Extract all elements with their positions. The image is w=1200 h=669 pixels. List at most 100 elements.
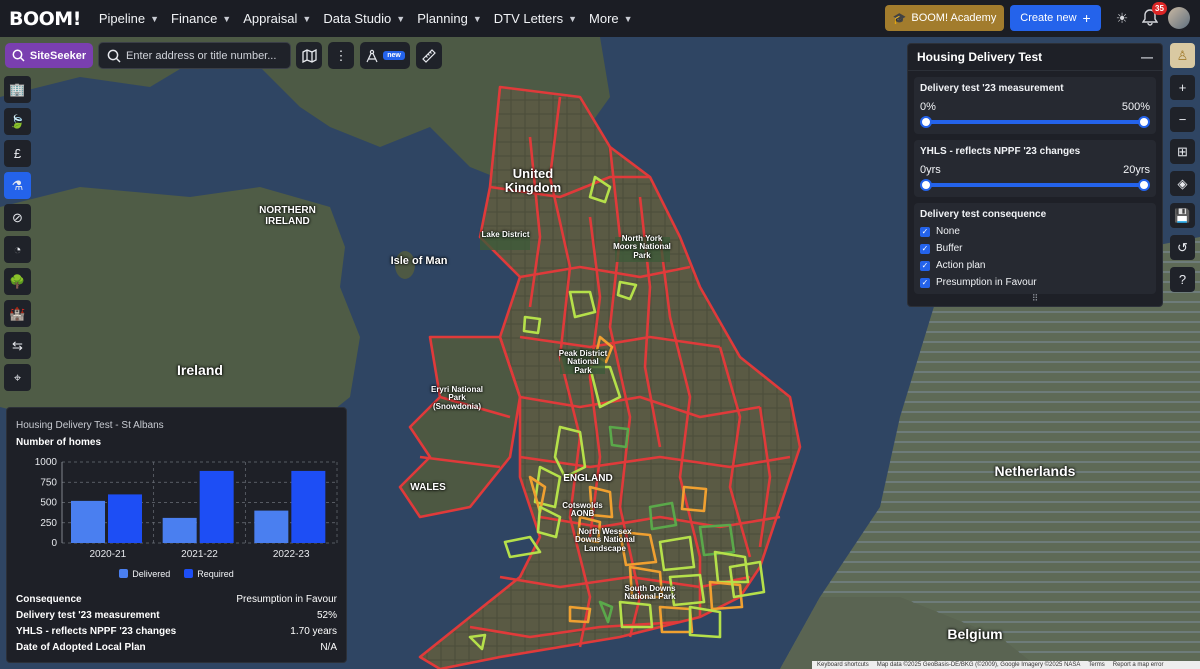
siteseeker-button[interactable]: SiteSeeker <box>5 43 93 68</box>
user-avatar[interactable] <box>1168 7 1190 29</box>
yhls-title: YHLS - reflects NPPF '23 changes <box>920 146 1081 157</box>
history-button[interactable]: ↺ <box>1170 235 1195 260</box>
layers-button[interactable]: ◈ <box>1170 171 1195 196</box>
address-search-box[interactable] <box>98 42 291 69</box>
street-view-button[interactable]: ♙ <box>1170 43 1195 68</box>
stat-key: Delivery test '23 measurement <box>16 610 160 621</box>
gauge-tool[interactable]: ◔ <box>4 236 31 263</box>
search-icon <box>12 49 25 62</box>
nav-planning[interactable]: Planning ▼ <box>417 11 482 26</box>
nav-label: Data Studio <box>323 11 392 26</box>
map-label-eryri: Eryri National Park (Snowdonia) <box>430 385 483 411</box>
slider-min-handle[interactable] <box>920 179 932 191</box>
history-icon: ↺ <box>1177 239 1188 255</box>
plus-icon: + <box>1082 10 1091 26</box>
stat-key: Consequence <box>16 594 82 605</box>
consequence-title: Delivery test consequence <box>920 209 1047 220</box>
map-label-netherlands: Netherlands <box>994 463 1076 479</box>
nav-finance[interactable]: Finance ▼ <box>171 11 231 26</box>
report-error-link[interactable]: Report a map error <box>1113 662 1164 668</box>
route-tool[interactable]: ⇆ <box>4 332 31 359</box>
location-tool[interactable]: ⌖ <box>4 364 31 391</box>
map-layers-button[interactable] <box>296 42 322 69</box>
tree-tool[interactable]: 🌳 <box>4 268 31 295</box>
checkbox-checked-icon[interactable]: ✓ <box>920 243 930 254</box>
x-tick-label: 2022-23 <box>273 549 310 560</box>
checkbox-checked-icon[interactable]: ✓ <box>920 277 930 288</box>
slider-min-handle[interactable] <box>920 116 932 128</box>
draw-tool-button[interactable]: new <box>360 42 410 69</box>
nav-pipeline[interactable]: Pipeline ▼ <box>99 11 159 26</box>
drag-handle-icon[interactable]: ⠿ <box>908 293 1162 304</box>
map-label-wales: WALES <box>410 482 446 493</box>
yhls-filter: YHLS - reflects NPPF '23 changes 0yrs 20y… <box>914 140 1156 197</box>
measurement-min: 0% <box>920 101 936 113</box>
map-label-isle-of-man: Isle of Man <box>390 255 448 267</box>
map-attribution: Keyboard shortcuts Map data ©2025 GeoBas… <box>812 661 1200 669</box>
nav-label: Finance <box>171 11 218 26</box>
measure-button[interactable] <box>416 42 442 69</box>
academy-label: BOOM! Academy <box>911 12 997 24</box>
flask-tool[interactable]: ⚗ <box>4 172 31 199</box>
zoom-out-button[interactable]: − <box>1170 107 1195 132</box>
siteseeker-label: SiteSeeker <box>29 49 87 62</box>
checkbox-checked-icon[interactable]: ✓ <box>920 260 930 271</box>
right-map-controls: ♙ + − ⊞ ◈ 💾 ↺ ? <box>1170 43 1195 299</box>
consequence-option[interactable]: ✓ Action plan <box>920 260 1150 271</box>
keyboard-shortcuts-link[interactable]: Keyboard shortcuts <box>817 662 869 668</box>
map-label-england: ENGLAND <box>563 473 613 484</box>
checkbox-checked-icon[interactable]: ✓ <box>920 226 930 237</box>
nav-appraisal[interactable]: Appraisal ▼ <box>243 11 311 26</box>
stat-value: 52% <box>316 610 337 621</box>
yhls-range-slider[interactable] <box>920 179 1150 191</box>
panel-title: Housing Delivery Test <box>917 50 1043 64</box>
measurement-title: Delivery test '23 measurement <box>920 83 1064 94</box>
new-badge: new <box>383 51 405 60</box>
consequence-option[interactable]: ✓ Buffer <box>920 243 1150 254</box>
restricted-tool[interactable]: ⊘ <box>4 204 31 231</box>
y-tick-label: 500 <box>40 498 57 509</box>
nav-dtv-letters[interactable]: DTV Letters ▼ <box>494 11 577 26</box>
zoom-in-button[interactable]: + <box>1170 75 1195 100</box>
chevron-down-icon: ▼ <box>302 13 312 24</box>
slider-max-handle[interactable] <box>1138 116 1150 128</box>
stat-key: Date of Adopted Local Plan <box>16 642 146 653</box>
layers-icon: ◈ <box>1177 175 1188 191</box>
nav-data-studio[interactable]: Data Studio ▼ <box>323 11 405 26</box>
chevron-down-icon: ▼ <box>396 13 406 24</box>
grid-view-button[interactable]: ⊞ <box>1170 139 1195 164</box>
more-options-button[interactable]: ⋮ <box>328 42 354 69</box>
pegman-icon: ♙ <box>1176 47 1189 63</box>
theme-toggle-sun-icon[interactable]: ☀ <box>1114 10 1130 26</box>
pound-icon: £ <box>13 146 22 161</box>
boom-logo[interactable]: BOOM! <box>9 8 81 30</box>
map-label-northern-ireland: NORTHERN IRELAND <box>259 205 316 227</box>
stat-key: YHLS - reflects NPPF '23 changes <box>16 626 177 637</box>
academy-button[interactable]: 🎓 BOOM! Academy <box>885 5 1004 31</box>
chevron-down-icon: ▼ <box>150 13 160 24</box>
terms-link[interactable]: Terms <box>1088 662 1104 668</box>
help-button[interactable]: ? <box>1170 267 1195 292</box>
plus-icon: + <box>1178 80 1187 95</box>
nav-more[interactable]: More ▼ <box>589 11 633 26</box>
question-mark-icon: ? <box>1178 272 1187 287</box>
slider-max-handle[interactable] <box>1138 179 1150 191</box>
bar-required <box>199 470 234 543</box>
save-button[interactable]: 💾 <box>1170 203 1195 228</box>
pound-tool[interactable]: £ <box>4 140 31 167</box>
legend-required[interactable]: Required <box>184 569 234 579</box>
yhls-min: 0yrs <box>920 164 941 176</box>
consequence-option[interactable]: ✓ Presumption in Favour <box>920 277 1150 288</box>
minimize-icon[interactable]: — <box>1141 50 1153 64</box>
address-search-input[interactable] <box>126 49 286 62</box>
create-new-button[interactable]: Create new + <box>1010 5 1101 31</box>
buildings-tool[interactable]: 🏢 <box>4 76 31 103</box>
map-icon <box>301 48 317 63</box>
map-label-lake-district: Lake District <box>481 230 530 239</box>
leaf-tool[interactable]: 🍃 <box>4 108 31 135</box>
measurement-range-slider[interactable] <box>920 116 1150 128</box>
legend-delivered[interactable]: Delivered <box>119 569 170 579</box>
consequence-option[interactable]: ✓ None <box>920 226 1150 237</box>
castle-tool[interactable]: 🏰 <box>4 300 31 327</box>
option-label: Action plan <box>936 260 986 271</box>
